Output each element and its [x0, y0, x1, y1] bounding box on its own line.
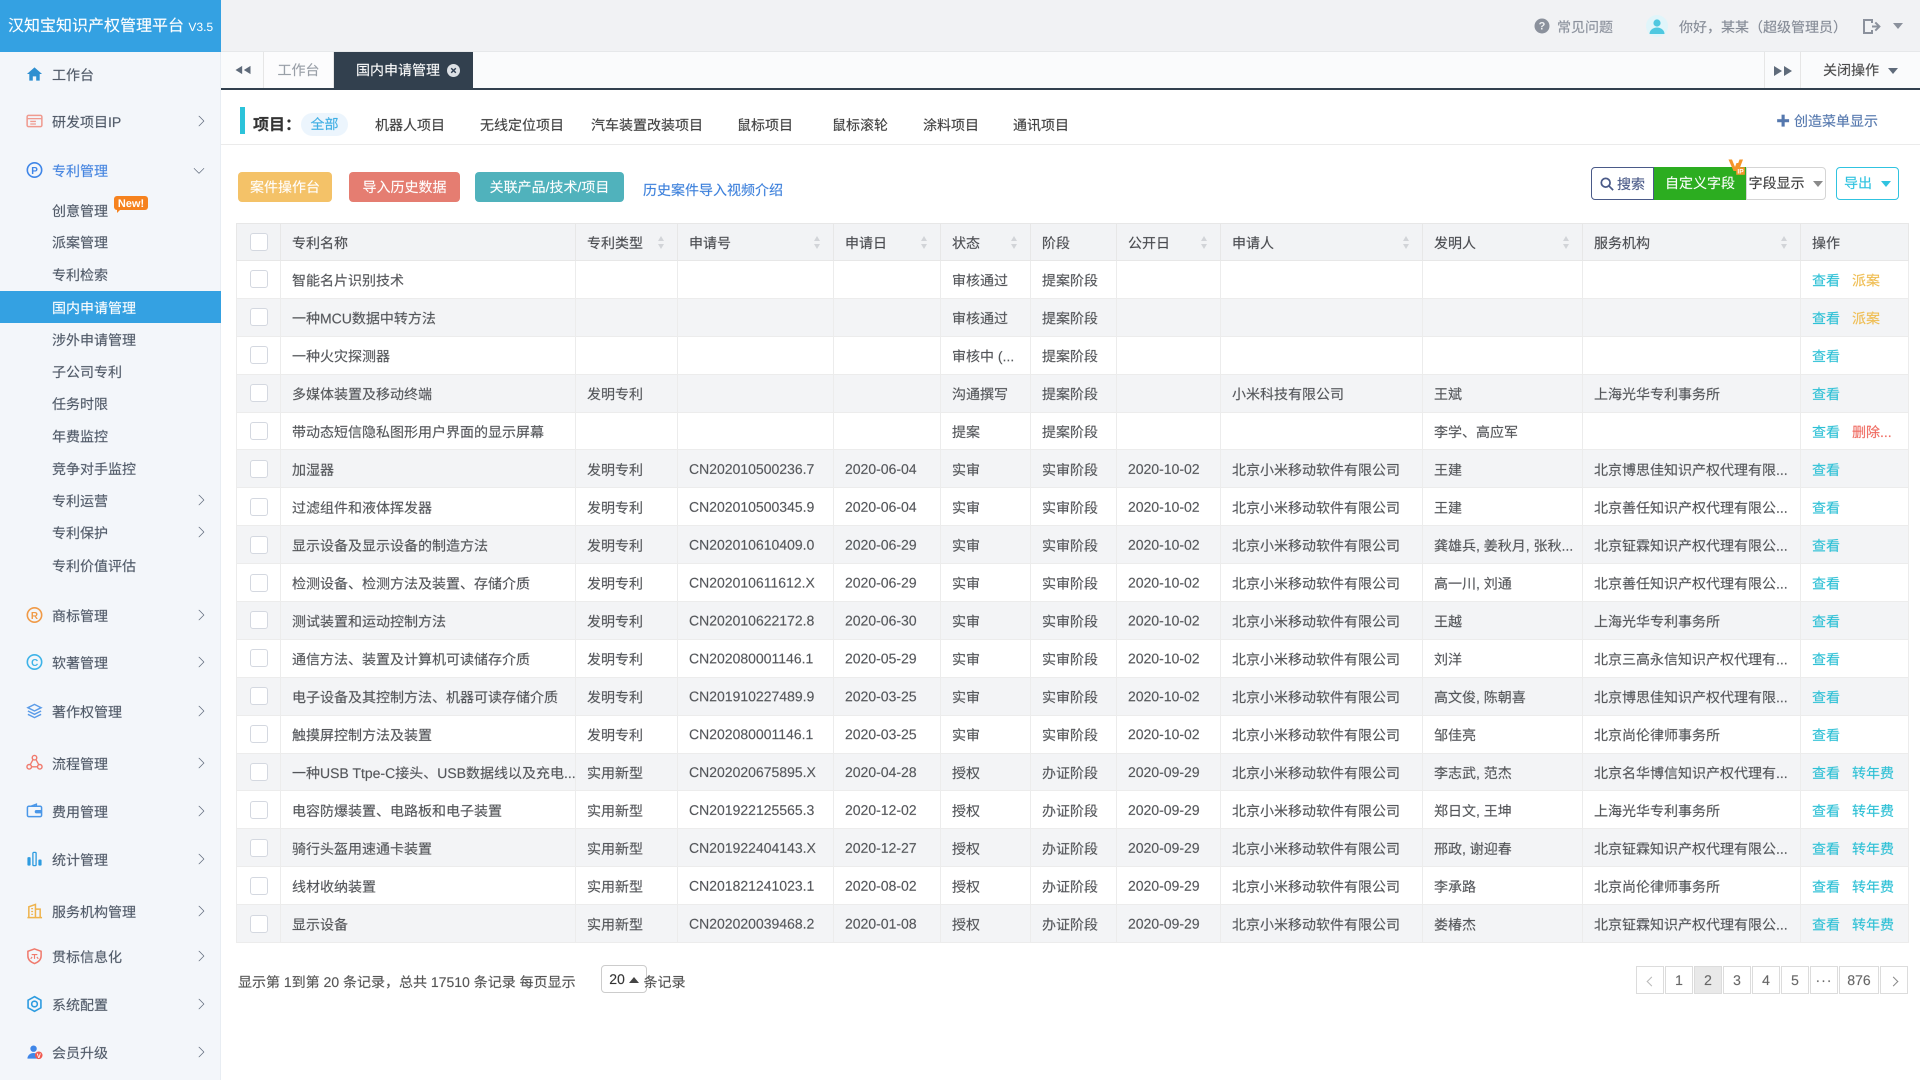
svg-text:R: R [31, 611, 38, 622]
svg-text:IP: IP [1737, 168, 1744, 175]
svg-text:P: P [31, 166, 38, 177]
svg-text:C: C [31, 658, 38, 669]
svg-text:?: ? [1539, 21, 1546, 33]
